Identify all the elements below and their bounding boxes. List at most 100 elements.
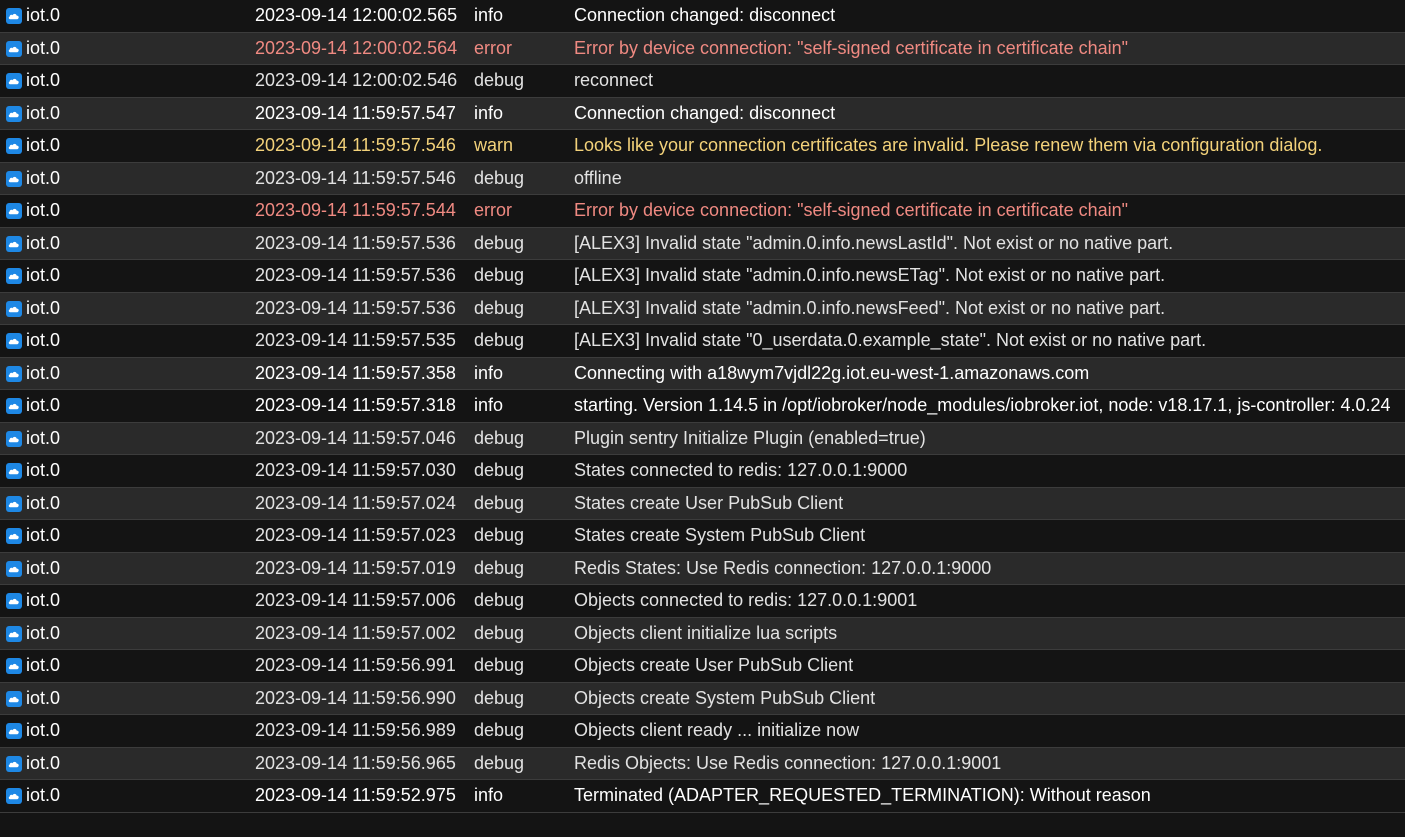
log-message: Connecting with a18wym7vjdl22g.iot.eu-we… — [574, 362, 1090, 383]
log-row[interactable]: iot.0 2023-09-14 12:00:02.564 error Erro… — [0, 32, 1405, 65]
log-row[interactable]: iot.0 2023-09-14 11:59:57.019 debug Redi… — [0, 552, 1405, 585]
log-row[interactable]: iot.0 2023-09-14 11:59:57.536 debug [ALE… — [0, 292, 1405, 325]
log-row[interactable]: iot.0 2023-09-14 11:59:57.030 debug Stat… — [0, 455, 1405, 488]
log-row[interactable]: iot.0 2023-09-14 11:59:56.991 debug Obje… — [0, 650, 1405, 683]
iot-cloud-icon — [6, 430, 22, 447]
log-source-cell: iot.0 — [6, 586, 60, 614]
log-timestamp: 2023-09-14 12:00:02.546 — [255, 70, 458, 90]
iot-cloud-icon — [6, 658, 22, 674]
log-source: iot.0 — [26, 785, 61, 805]
log-message: Objects client initialize lua scripts — [574, 622, 838, 643]
log-timestamp: 2023-09-14 12:00:02.564 — [255, 37, 458, 58]
iot-cloud-icon — [6, 73, 22, 89]
log-source: iot.0 — [26, 752, 61, 773]
log-message: Objects create System PubSub Client — [574, 687, 876, 708]
log-severity: info — [474, 102, 504, 123]
log-message: offline — [574, 167, 622, 188]
log-message: States connected to redis: 127.0.0.1:900… — [574, 460, 908, 480]
log-timestamp: 2023-09-14 11:59:57.030 — [255, 460, 456, 480]
log-source: iot.0 — [26, 525, 61, 545]
log-message: [ALEX3] Invalid state "admin.0.info.news… — [574, 297, 1166, 318]
log-severity: info — [474, 362, 504, 383]
log-timestamp: 2023-09-14 11:59:57.318 — [255, 395, 456, 415]
log-severity: info — [474, 785, 504, 805]
log-timestamp: 2023-09-14 11:59:57.023 — [255, 525, 456, 545]
log-timestamp: 2023-09-14 11:59:57.002 — [255, 622, 456, 643]
iot-cloud-icon — [6, 690, 22, 707]
log-timestamp: 2023-09-14 11:59:57.024 — [255, 492, 456, 513]
log-severity: debug — [474, 330, 525, 350]
log-severity: info — [474, 5, 504, 25]
log-source: iot.0 — [26, 622, 61, 643]
iot-cloud-icon — [6, 138, 22, 154]
log-row[interactable]: iot.0 2023-09-14 11:59:57.006 debug Obje… — [0, 585, 1405, 618]
log-source-cell: iot.0 — [6, 521, 60, 549]
log-source: iot.0 — [26, 102, 61, 123]
log-source-cell: iot.0 — [6, 294, 60, 322]
log-message: Connection changed: disconnect — [574, 102, 836, 123]
log-row[interactable]: iot.0 2023-09-14 11:59:57.318 info start… — [0, 390, 1405, 423]
log-source: iot.0 — [26, 135, 61, 155]
log-source-cell: iot.0 — [6, 456, 60, 484]
log-message: Connection changed: disconnect — [574, 5, 836, 25]
log-source-cell: iot.0 — [6, 716, 60, 744]
log-row[interactable]: iot.0 2023-09-14 11:59:57.536 debug [ALE… — [0, 260, 1405, 293]
log-timestamp: 2023-09-14 11:59:57.536 — [255, 265, 456, 285]
log-source: iot.0 — [26, 427, 61, 448]
log-message: Error by device connection: "self-signed… — [574, 200, 1129, 220]
log-source: iot.0 — [26, 395, 61, 415]
log-source-cell: iot.0 — [6, 131, 60, 159]
log-source-cell: iot.0 — [6, 66, 60, 94]
log-row[interactable]: iot.0 2023-09-14 11:59:57.546 debug offl… — [0, 162, 1405, 195]
log-row[interactable]: iot.0 2023-09-14 11:59:57.544 error Erro… — [0, 195, 1405, 228]
log-source: iot.0 — [26, 167, 61, 188]
log-timestamp: 2023-09-14 11:59:57.546 — [255, 135, 456, 155]
log-row[interactable]: iot.0 2023-09-14 11:59:57.024 debug Stat… — [0, 487, 1405, 520]
log-source-cell: iot.0 — [6, 229, 60, 257]
log-source: iot.0 — [26, 720, 61, 740]
log-source-cell: iot.0 — [6, 489, 60, 517]
log-timestamp: 2023-09-14 11:59:56.965 — [255, 752, 456, 773]
log-row[interactable]: iot.0 2023-09-14 11:59:57.546 warn Looks… — [0, 130, 1405, 163]
log-row[interactable]: iot.0 2023-09-14 11:59:57.002 debug Obje… — [0, 617, 1405, 650]
log-row[interactable]: iot.0 2023-09-14 11:59:57.536 debug [ALE… — [0, 227, 1405, 260]
log-row[interactable]: iot.0 2023-09-14 12:00:02.546 debug reco… — [0, 65, 1405, 98]
log-timestamp: 2023-09-14 11:59:57.358 — [255, 362, 456, 383]
log-timestamp: 2023-09-14 11:59:56.991 — [255, 655, 456, 675]
log-timestamp: 2023-09-14 11:59:57.019 — [255, 557, 456, 578]
log-source: iot.0 — [26, 590, 61, 610]
log-message: [ALEX3] Invalid state "admin.0.info.news… — [574, 265, 1166, 285]
log-source: iot.0 — [26, 362, 61, 383]
log-severity: debug — [474, 232, 525, 253]
log-message: [ALEX3] Invalid state "0_userdata.0.exam… — [574, 330, 1207, 350]
log-row[interactable]: iot.0 2023-09-14 12:00:02.565 info Conne… — [0, 0, 1405, 33]
log-row[interactable]: iot.0 2023-09-14 11:59:56.990 debug Obje… — [0, 682, 1405, 715]
log-severity: debug — [474, 70, 525, 90]
log-severity: error — [474, 37, 513, 58]
iot-cloud-icon — [6, 593, 22, 609]
log-row[interactable]: iot.0 2023-09-14 11:59:57.547 info Conne… — [0, 97, 1405, 130]
log-row[interactable]: iot.0 2023-09-14 11:59:57.023 debug Stat… — [0, 520, 1405, 553]
log-source: iot.0 — [26, 5, 61, 25]
log-row[interactable]: iot.0 2023-09-14 11:59:57.535 debug [ALE… — [0, 325, 1405, 358]
log-severity: debug — [474, 297, 525, 318]
iot-cloud-icon — [6, 365, 22, 382]
log-row[interactable]: iot.0 2023-09-14 11:59:57.358 info Conne… — [0, 357, 1405, 390]
log-message: Redis States: Use Redis connection: 127.… — [574, 557, 992, 578]
log-row[interactable]: iot.0 2023-09-14 11:59:57.046 debug Plug… — [0, 422, 1405, 455]
log-message: Objects client ready ... initialize now — [574, 720, 860, 740]
log-source: iot.0 — [26, 265, 61, 285]
log-timestamp: 2023-09-14 12:00:02.565 — [255, 5, 458, 25]
log-source-cell: iot.0 — [6, 749, 60, 777]
log-message: States create System PubSub Client — [574, 525, 866, 545]
log-row[interactable]: iot.0 2023-09-14 11:59:56.989 debug Obje… — [0, 715, 1405, 748]
log-source-cell: iot.0 — [6, 99, 60, 127]
log-timestamp: 2023-09-14 11:59:57.546 — [255, 167, 456, 188]
iot-cloud-icon — [6, 235, 22, 252]
log-row[interactable]: iot.0 2023-09-14 11:59:56.965 debug Redi… — [0, 747, 1405, 780]
iot-cloud-icon — [6, 755, 22, 772]
log-severity: debug — [474, 525, 525, 545]
log-severity: debug — [474, 167, 525, 188]
log-severity: debug — [474, 557, 525, 578]
log-row[interactable]: iot.0 2023-09-14 11:59:52.975 info Termi… — [0, 780, 1405, 813]
